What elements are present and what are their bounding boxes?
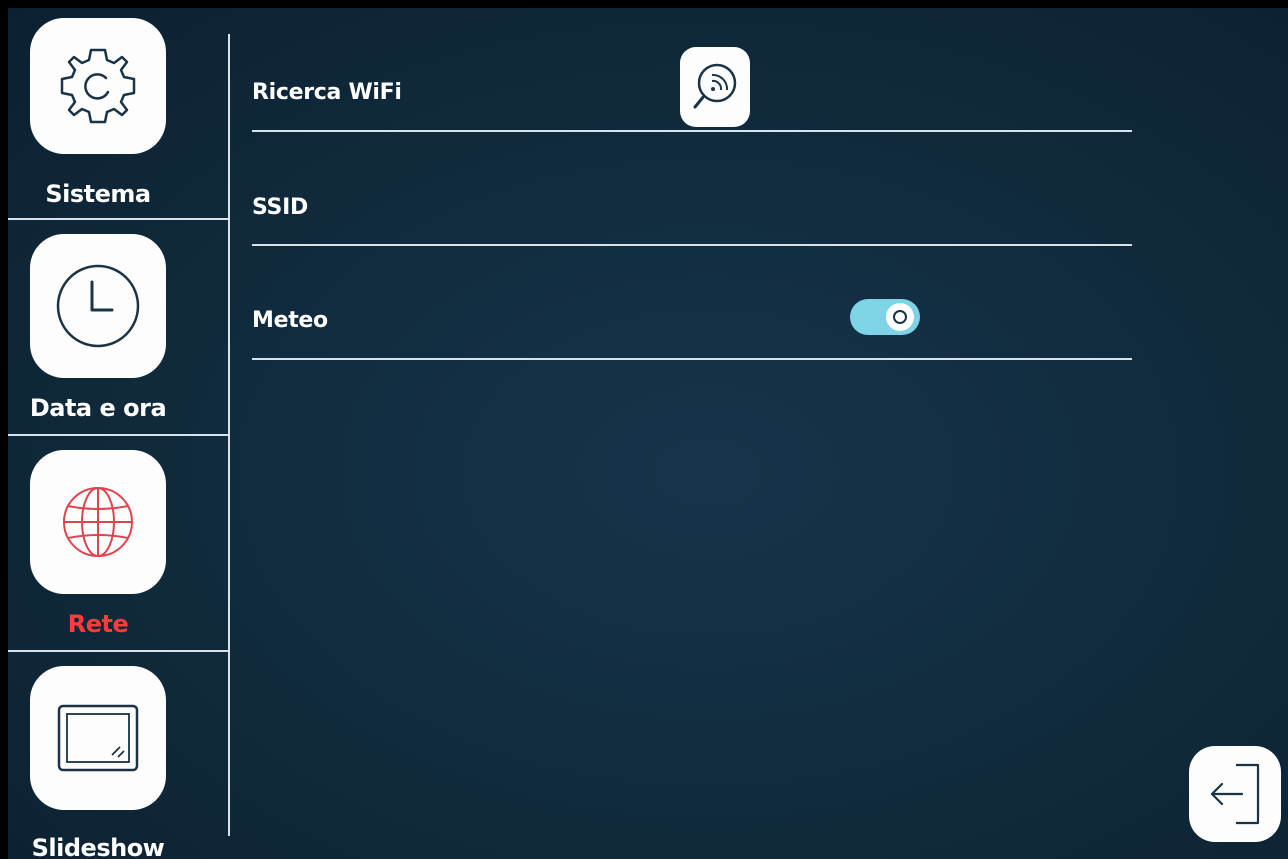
sidebar-item-label: Slideshow (31, 834, 165, 859)
sidebar: Sistema Data e ora Rete Slideshow (8, 8, 228, 859)
row-divider (252, 244, 1132, 246)
sidebar-divider (8, 218, 228, 220)
sidebar-item-rete[interactable]: Rete (8, 438, 228, 650)
slideshow-tile[interactable] (30, 666, 166, 810)
exit-icon (1210, 763, 1260, 825)
sidebar-divider (8, 650, 228, 652)
settings-screen: Sistema Data e ora Rete Slideshow Ricerc… (0, 0, 1288, 859)
wifi-search-icon (693, 63, 737, 109)
sidebar-divider (8, 434, 228, 436)
sidebar-item-label: Data e ora (29, 394, 167, 422)
globe-icon (63, 487, 133, 557)
gear-icon (60, 48, 136, 124)
screen-bezel-left (0, 0, 8, 859)
sistema-tile[interactable] (30, 18, 166, 154)
wifi-search-button[interactable] (680, 47, 750, 127)
row-meteo: Meteo (252, 308, 1132, 344)
row-divider (252, 358, 1132, 360)
sidebar-item-label: Sistema (45, 180, 151, 208)
sidebar-item-sistema[interactable]: Sistema (8, 8, 228, 220)
row-label: SSID (252, 195, 308, 220)
row-label: Ricerca WiFi (252, 80, 402, 105)
row-divider (252, 130, 1132, 132)
meteo-toggle[interactable] (850, 299, 920, 335)
screen-bezel (0, 0, 1288, 8)
sidebar-item-slideshow[interactable]: Slideshow (8, 654, 228, 859)
toggle-knob (886, 303, 914, 331)
clock-icon (56, 264, 140, 348)
sidebar-item-data-e-ora[interactable]: Data e ora (8, 222, 228, 434)
exit-button[interactable] (1189, 746, 1281, 842)
rete-tile[interactable] (30, 450, 166, 594)
data-e-ora-tile[interactable] (30, 234, 166, 378)
sidebar-separator (228, 34, 230, 836)
picture-frame-icon (57, 704, 139, 772)
sidebar-item-label: Rete (67, 610, 129, 638)
row-label: Meteo (252, 308, 328, 333)
row-ssid[interactable]: SSID (252, 195, 1132, 231)
